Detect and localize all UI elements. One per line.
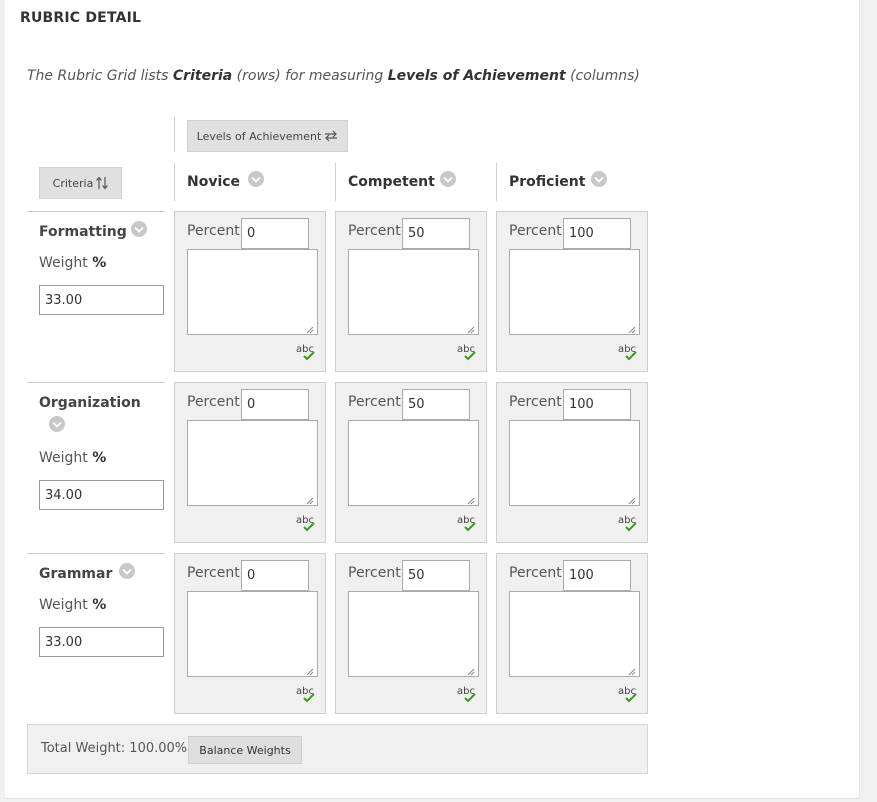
column-divider xyxy=(335,163,336,201)
swap-horizontal-icon xyxy=(325,130,338,142)
resize-grip-icon[interactable] xyxy=(628,326,636,334)
criterion-name-organization: Organization xyxy=(39,395,141,411)
levels-button-label: Levels of Achievement xyxy=(196,129,322,143)
criteria-button-label: Criteria xyxy=(52,176,94,190)
resize-grip-icon[interactable] xyxy=(628,668,636,676)
weight-label: Weight % xyxy=(39,255,107,271)
spellcheck-icon[interactable]: abc xyxy=(456,513,478,533)
rubric-cell: Percent abc xyxy=(496,382,648,543)
row-divider xyxy=(27,211,165,212)
intro-part-2: (rows) for measuring xyxy=(232,68,388,84)
spellcheck-icon[interactable]: abc xyxy=(617,342,639,362)
description-textarea[interactable] xyxy=(187,420,318,506)
spellcheck-icon[interactable]: abc xyxy=(456,342,478,362)
resize-grip-icon[interactable] xyxy=(467,668,475,676)
intro-part-1: The Rubric Grid lists xyxy=(27,68,173,84)
rubric-cell: Percent abc xyxy=(496,211,648,372)
criteria-button[interactable]: Criteria xyxy=(39,167,122,199)
total-weight-text: Total Weight: 100.00% xyxy=(41,741,188,756)
percent-input[interactable] xyxy=(241,560,309,591)
criterion-name-formatting: Formatting xyxy=(39,224,127,240)
page-title: RUBRIC DETAIL xyxy=(20,10,142,26)
rubric-intro-text: The Rubric Grid lists Criteria (rows) fo… xyxy=(27,68,640,84)
percent-input[interactable] xyxy=(241,218,309,249)
weight-label: Weight % xyxy=(39,450,107,466)
rubric-cell: Percent abc xyxy=(335,382,487,543)
criterion-name-grammar: Grammar xyxy=(39,566,113,582)
level-header-competent: Competent xyxy=(348,174,435,190)
weight-input-organization[interactable] xyxy=(39,480,164,510)
description-textarea[interactable] xyxy=(348,420,479,506)
description-textarea[interactable] xyxy=(348,591,479,677)
description-textarea[interactable] xyxy=(509,249,640,335)
chevron-down-icon[interactable] xyxy=(49,416,65,432)
percent-label: Percent xyxy=(187,394,240,410)
chevron-down-icon[interactable] xyxy=(440,171,456,187)
chevron-down-icon[interactable] xyxy=(248,171,264,187)
description-textarea[interactable] xyxy=(348,249,479,335)
balance-weights-button[interactable]: Balance Weights xyxy=(188,736,302,764)
spellcheck-icon[interactable]: abc xyxy=(295,684,317,704)
level-header-proficient: Proficient xyxy=(509,174,586,190)
percent-label: Percent xyxy=(187,565,240,581)
resize-grip-icon[interactable] xyxy=(306,668,314,676)
spellcheck-icon[interactable]: abc xyxy=(617,684,639,704)
description-textarea[interactable] xyxy=(509,420,640,506)
total-weight-bar: Total Weight: 100.00% Balance Weights xyxy=(27,724,648,774)
percent-input[interactable] xyxy=(402,218,470,249)
rubric-cell: Percent abc xyxy=(174,382,326,543)
column-divider xyxy=(174,163,175,201)
percent-label: Percent xyxy=(509,565,562,581)
spellcheck-icon[interactable]: abc xyxy=(617,513,639,533)
rubric-cell: Percent abc xyxy=(335,553,487,714)
resize-grip-icon[interactable] xyxy=(467,326,475,334)
percent-input[interactable] xyxy=(563,218,631,249)
description-textarea[interactable] xyxy=(509,591,640,677)
rubric-cell: Percent abc xyxy=(335,211,487,372)
intro-criteria-word: Criteria xyxy=(172,68,233,84)
row-divider xyxy=(27,382,165,383)
chevron-down-icon[interactable] xyxy=(131,221,147,237)
percent-input[interactable] xyxy=(241,389,309,420)
percent-input[interactable] xyxy=(402,389,470,420)
percent-label: Percent xyxy=(348,394,401,410)
resize-grip-icon[interactable] xyxy=(467,497,475,505)
description-textarea[interactable] xyxy=(187,591,318,677)
percent-label: Percent xyxy=(509,223,562,239)
weight-label: Weight % xyxy=(39,597,107,613)
column-divider xyxy=(496,163,497,201)
percent-input[interactable] xyxy=(563,560,631,591)
row-divider xyxy=(27,553,165,554)
resize-grip-icon[interactable] xyxy=(306,326,314,334)
spellcheck-icon[interactable]: abc xyxy=(456,684,478,704)
description-textarea[interactable] xyxy=(187,249,318,335)
rubric-cell: Percent abc xyxy=(174,211,326,372)
level-header-novice: Novice xyxy=(187,174,241,190)
weight-input-formatting[interactable] xyxy=(39,285,164,315)
percent-input[interactable] xyxy=(563,389,631,420)
header-divider xyxy=(174,117,175,152)
resize-grip-icon[interactable] xyxy=(628,497,636,505)
chevron-down-icon[interactable] xyxy=(119,563,135,579)
resize-grip-icon[interactable] xyxy=(306,497,314,505)
percent-input[interactable] xyxy=(402,560,470,591)
rubric-cell: Percent abc xyxy=(496,553,648,714)
swap-vertical-icon xyxy=(96,176,109,190)
percent-label: Percent xyxy=(348,565,401,581)
chevron-down-icon[interactable] xyxy=(591,171,607,187)
percent-label: Percent xyxy=(509,394,562,410)
weight-input-grammar[interactable] xyxy=(39,627,164,657)
intro-part-3: (columns) xyxy=(565,68,640,84)
spellcheck-icon[interactable]: abc xyxy=(295,513,317,533)
spellcheck-icon[interactable]: abc xyxy=(295,342,317,362)
percent-label: Percent xyxy=(348,223,401,239)
intro-levels-word: Levels of Achievement xyxy=(387,68,566,84)
percent-label: Percent xyxy=(187,223,240,239)
rubric-cell: Percent abc xyxy=(174,553,326,714)
levels-of-achievement-button[interactable]: Levels of Achievement xyxy=(187,120,348,152)
